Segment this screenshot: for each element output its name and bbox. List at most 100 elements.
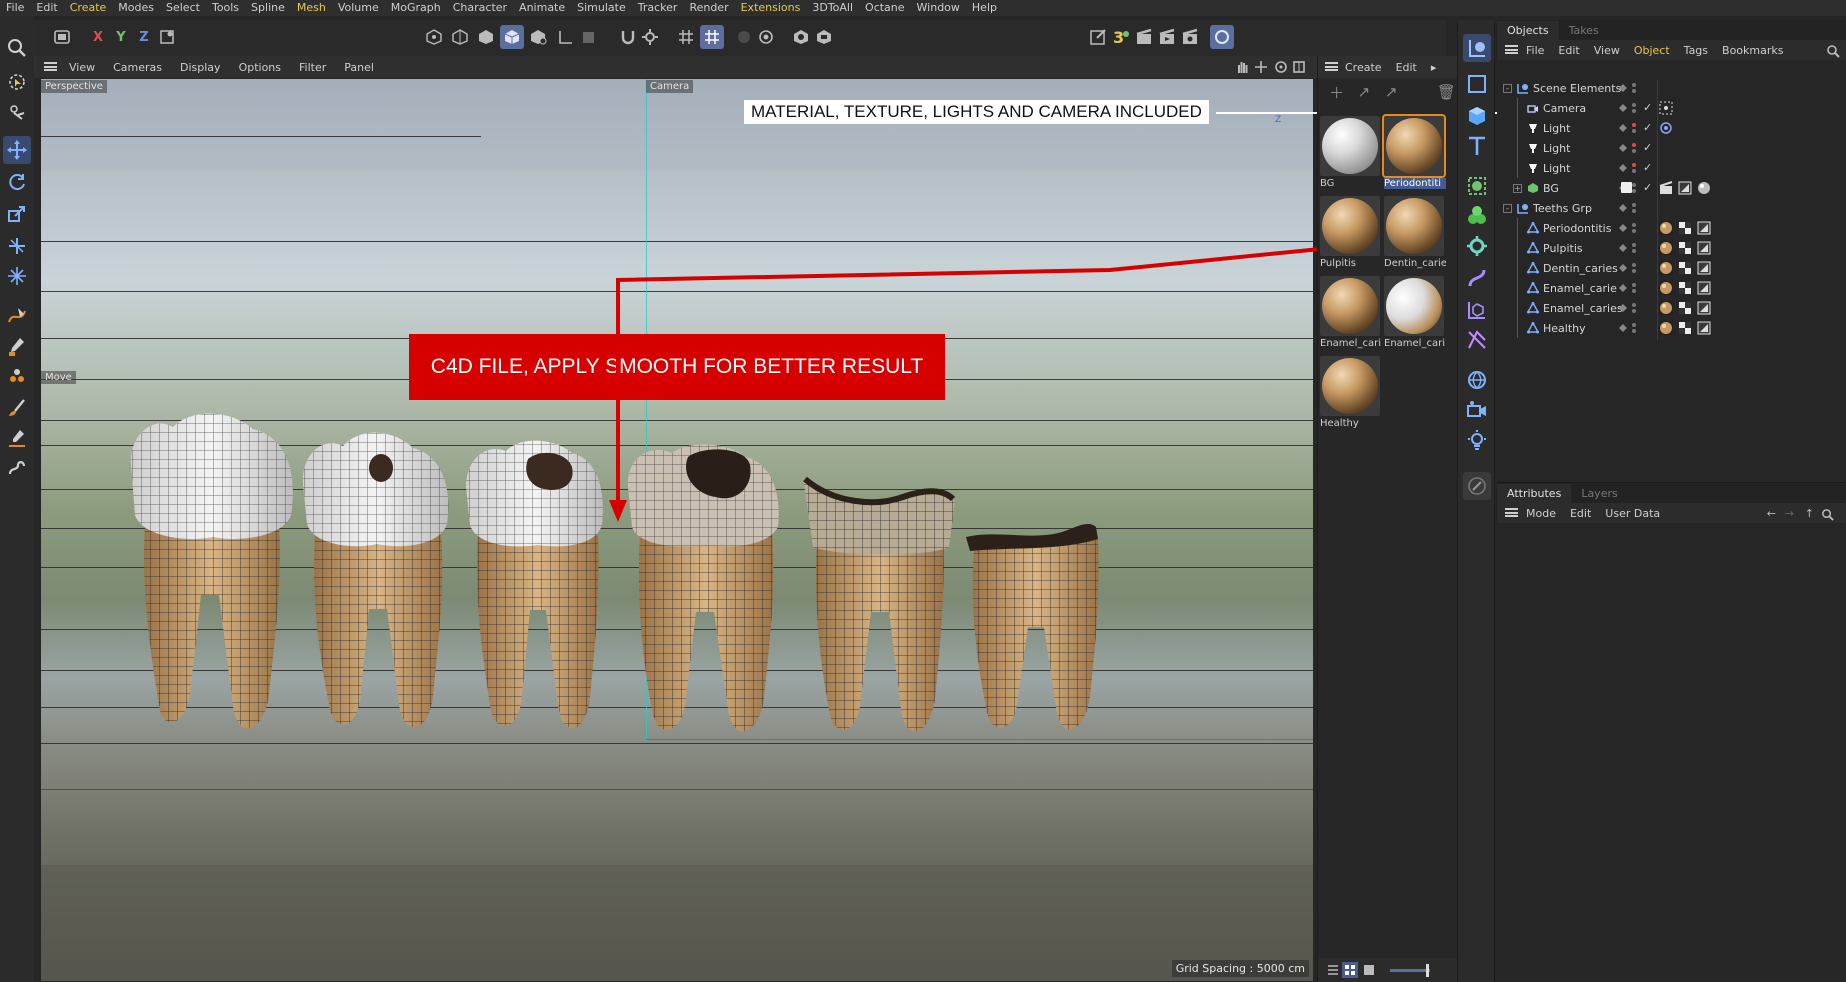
tooth-model-enamel-carie[interactable]	[618, 437, 788, 737]
material-item[interactable]: Periodontiti	[1382, 114, 1448, 189]
object-menu-bookmarks[interactable]: Bookmarks	[1715, 44, 1790, 57]
object-row[interactable]: + BG ✓	[1497, 178, 1846, 198]
subdivision-surface-icon[interactable]	[1463, 172, 1491, 200]
viewport-menu-cameras[interactable]: Cameras	[104, 61, 171, 74]
visibility-dots-icon[interactable]	[1619, 321, 1639, 335]
check-tag-icon[interactable]	[1678, 261, 1692, 275]
menu-mograph[interactable]: MoGraph	[385, 0, 447, 16]
menu-simulate[interactable]: Simulate	[571, 0, 632, 16]
object-row[interactable]: Light ✓	[1497, 118, 1846, 138]
mat-tag-icon[interactable]	[1659, 301, 1673, 315]
phong-tag-icon[interactable]	[1697, 321, 1711, 335]
coordinate-system-button[interactable]	[155, 25, 179, 49]
object-row[interactable]: - Teeths Grp	[1497, 198, 1846, 218]
target-tag-icon[interactable]	[1659, 101, 1673, 115]
render-queue-icon[interactable]	[1178, 25, 1202, 49]
phong-tag-icon[interactable]	[1697, 221, 1711, 235]
material-item[interactable]: Enamel_cari	[1320, 276, 1384, 349]
material-menu-create[interactable]: Create	[1338, 61, 1389, 74]
solo-hierarchy-icon[interactable]	[754, 25, 778, 49]
object-menu-tags[interactable]: Tags	[1677, 44, 1715, 57]
object-row[interactable]: Camera ✓	[1497, 98, 1846, 118]
phong-tag-icon[interactable]	[1697, 301, 1711, 315]
grid-snap-icon[interactable]	[700, 25, 724, 49]
z-axis-lock-button[interactable]: Z	[132, 25, 156, 49]
delete-material-icon[interactable]: 🗑	[1436, 83, 1457, 101]
selection-tools-icon[interactable]	[3, 98, 31, 126]
object-name[interactable]: Enamel_carie	[1543, 282, 1617, 295]
mat-tag-icon[interactable]	[1659, 261, 1673, 275]
add-material-icon[interactable]: ＋	[1326, 82, 1347, 103]
octane-live-viewer-icon[interactable]	[1210, 25, 1234, 49]
object-name[interactable]: Scene Elements	[1533, 82, 1621, 95]
material-preview[interactable]	[1320, 276, 1380, 336]
enabled-check-icon[interactable]: ✓	[1643, 101, 1652, 114]
attribute-menu-edit[interactable]: Edit	[1563, 507, 1598, 520]
object-name[interactable]: Enamel_caries	[1543, 302, 1623, 315]
back-arrow-icon[interactable]: ←	[1767, 507, 1776, 520]
live-selection-icon[interactable]	[3, 68, 31, 96]
object-name[interactable]: Camera	[1543, 102, 1586, 115]
object-name[interactable]: Light	[1543, 142, 1570, 155]
menu-3dtoall[interactable]: 3DToAll	[806, 0, 859, 16]
material-item[interactable]: Pulpitis	[1320, 196, 1384, 269]
scene-object-icon[interactable]	[1463, 326, 1491, 354]
check-tag-icon[interactable]	[1678, 241, 1692, 255]
snap-settings-icon[interactable]	[638, 25, 662, 49]
polygons-mode-button[interactable]	[474, 25, 498, 49]
object-name[interactable]: BG	[1543, 182, 1559, 195]
menu-extensions[interactable]: Extensions	[735, 0, 807, 16]
menu-file[interactable]: File	[0, 0, 30, 16]
visibility-dots-icon[interactable]	[1619, 121, 1639, 135]
material-preview[interactable]	[1320, 116, 1380, 176]
viewport-menu-panel[interactable]: Panel	[335, 61, 383, 74]
perspective-viewport[interactable]: Perspective Camera Move Z Grid Spacing :…	[41, 79, 1313, 981]
up-arrow-icon[interactable]: ↑	[1805, 507, 1814, 520]
material-menu-edit[interactable]: Edit	[1389, 61, 1424, 74]
phong-tag-icon[interactable]	[1697, 281, 1711, 295]
scale-tool-icon[interactable]	[3, 200, 31, 228]
magnet-snap-icon[interactable]	[616, 25, 640, 49]
enabled-check-icon[interactable]: ✓	[1643, 161, 1652, 174]
cube-view-icon[interactable]	[789, 25, 813, 49]
viewport-menu-display[interactable]: Display	[171, 61, 230, 74]
mat-tag-icon[interactable]	[1659, 241, 1673, 255]
large-view-icon[interactable]	[1362, 963, 1376, 980]
apply-material-icon[interactable]: ↗	[1353, 83, 1374, 101]
menu-spline[interactable]: Spline	[245, 0, 291, 16]
object-menu-edit[interactable]: Edit	[1551, 44, 1586, 57]
list-view-icon[interactable]	[1326, 963, 1340, 980]
deformer-gear-icon[interactable]	[1463, 232, 1491, 260]
spline-pen-icon[interactable]	[3, 302, 31, 330]
axis-mode-button[interactable]	[554, 25, 578, 49]
points-mode-button[interactable]	[422, 25, 446, 49]
rotate-view-icon[interactable]	[1274, 60, 1288, 77]
mat-tag-icon[interactable]	[1659, 221, 1673, 235]
tooth-model-healthy[interactable]	[960, 517, 1110, 737]
visibility-dots-icon[interactable]	[1619, 81, 1639, 95]
layer-color-swatch[interactable]	[1621, 182, 1632, 193]
cloner-icon[interactable]	[1463, 202, 1491, 230]
object-name[interactable]: Healthy	[1543, 322, 1586, 335]
material-item[interactable]: Healthy	[1320, 356, 1384, 429]
object-menu-view[interactable]: View	[1587, 44, 1627, 57]
object-name[interactable]: Teeths Grp	[1533, 202, 1592, 215]
expand-toggle-icon[interactable]: -	[1503, 203, 1512, 213]
menu-modes[interactable]: Modes	[112, 0, 160, 16]
null-object-icon[interactable]	[1463, 70, 1491, 98]
sphere-tag-icon[interactable]	[1697, 181, 1711, 195]
tooth-model-periodontitis[interactable]	[123, 405, 303, 735]
object-row[interactable]: Enamel_carie	[1497, 278, 1846, 298]
material-item[interactable]: Dentin_carie	[1384, 196, 1448, 269]
visibility-dots-icon[interactable]	[1619, 161, 1639, 175]
material-preview[interactable]	[1384, 196, 1444, 256]
check-tag-icon[interactable]	[1678, 221, 1692, 235]
maximize-view-icon[interactable]	[1292, 60, 1306, 77]
visibility-dots-icon[interactable]	[1619, 101, 1639, 115]
viewport-menu-filter[interactable]: Filter	[290, 61, 335, 74]
field-object-icon[interactable]	[1463, 296, 1491, 324]
rotate-tool-icon[interactable]	[3, 168, 31, 196]
menu-animate[interactable]: Animate	[513, 0, 571, 16]
grid-view-icon[interactable]	[1342, 962, 1358, 978]
render-view-icon[interactable]	[1132, 25, 1156, 49]
